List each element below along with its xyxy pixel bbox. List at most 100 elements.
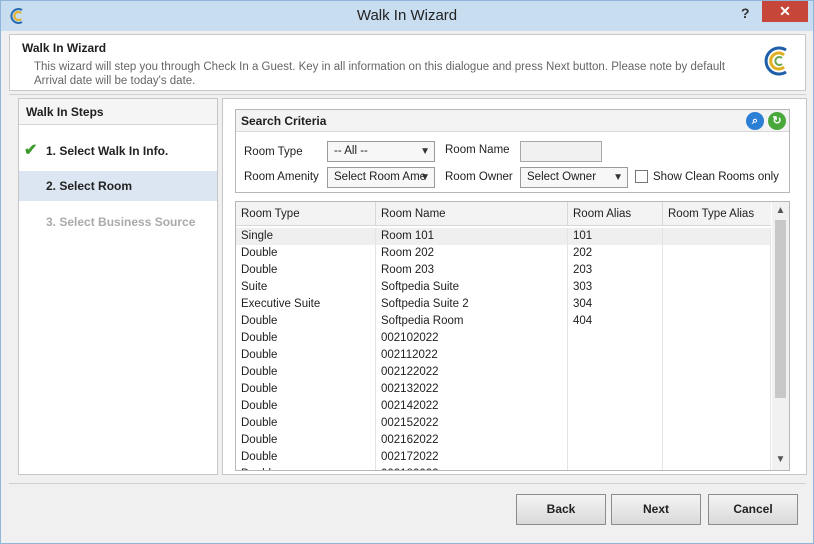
table-cell xyxy=(568,466,663,470)
table-cell: 002122022 xyxy=(376,364,568,381)
room-name-input[interactable] xyxy=(520,141,602,162)
steps-title: Walk In Steps xyxy=(19,99,217,125)
scroll-thumb[interactable] xyxy=(775,220,786,398)
steps-panel: Walk In Steps ✔ 1. Select Walk In Info. … xyxy=(18,98,218,475)
table-cell: Softpedia Room xyxy=(376,313,568,330)
column-header-room-alias[interactable]: Room Alias xyxy=(568,202,663,226)
table-cell xyxy=(568,449,663,466)
header-title: Walk In Wizard xyxy=(22,41,107,55)
room-amenity-dropdown[interactable]: Select Room Ame ▼ xyxy=(327,167,435,188)
table-cell xyxy=(663,330,771,347)
header-description: This wizard will step you through Check … xyxy=(34,61,726,87)
table-cell: Executive Suite xyxy=(236,296,376,313)
table-cell xyxy=(663,364,771,381)
table-row[interactable]: Double Softpedia Room 404 xyxy=(236,313,771,330)
room-type-value: -- All -- xyxy=(334,145,368,157)
room-type-label: Room Type xyxy=(244,146,303,158)
table-cell: 202 xyxy=(568,245,663,262)
scroll-down-icon[interactable]: ▼ xyxy=(772,454,789,465)
rooms-grid: Room Type Room Name Room Alias Room Type… xyxy=(235,201,790,471)
vertical-scrollbar[interactable]: ▲ ▼ xyxy=(772,202,789,470)
table-cell xyxy=(663,432,771,449)
table-row[interactable]: Double 002102022 xyxy=(236,330,771,347)
table-cell xyxy=(568,432,663,449)
column-header-room-type[interactable]: Room Type xyxy=(236,202,376,226)
table-cell: 002152022 xyxy=(376,415,568,432)
table-cell xyxy=(663,415,771,432)
grid-header: Room Type Room Name Room Alias Room Type… xyxy=(236,202,771,226)
table-cell: Room 101 xyxy=(376,228,568,245)
room-type-dropdown[interactable]: -- All -- ▼ xyxy=(327,141,435,162)
step-label: 1. Select Walk In Info. xyxy=(46,144,169,158)
column-header-room-type-alias[interactable]: Room Type Alias xyxy=(663,202,771,226)
room-selection-panel: Search Criteria ⌕ ↻ Room Type -- All -- … xyxy=(222,98,807,475)
back-button[interactable]: Back xyxy=(516,494,606,525)
header-divider xyxy=(9,94,806,95)
table-row[interactable]: Double 002122022 xyxy=(236,364,771,381)
table-cell: Softpedia Suite 2 xyxy=(376,296,568,313)
brand-logo-icon xyxy=(764,46,787,76)
search-criteria-title: Search Criteria xyxy=(236,110,789,132)
table-cell xyxy=(663,381,771,398)
table-cell: Double xyxy=(236,432,376,449)
table-cell xyxy=(663,245,771,262)
table-row[interactable]: Double Room 203 203 xyxy=(236,262,771,279)
refresh-icon[interactable]: ↻ xyxy=(768,112,786,130)
table-cell: 002132022 xyxy=(376,381,568,398)
chevron-down-icon: ▼ xyxy=(420,146,430,157)
room-owner-dropdown[interactable]: Select Owner ▼ xyxy=(520,167,628,188)
room-owner-value: Select Owner xyxy=(527,171,597,183)
table-row[interactable]: Double 002112022 xyxy=(236,347,771,364)
room-amenity-value: Select Room Ame xyxy=(334,171,427,183)
column-header-room-name[interactable]: Room Name xyxy=(376,202,568,226)
table-cell: Suite xyxy=(236,279,376,296)
step-select-room[interactable]: 2. Select Room xyxy=(19,171,217,201)
table-cell xyxy=(663,296,771,313)
table-cell xyxy=(568,347,663,364)
table-row[interactable]: Double 002172022 xyxy=(236,449,771,466)
table-row[interactable]: Double Room 202 202 xyxy=(236,245,771,262)
step-select-walk-in-info[interactable]: ✔ 1. Select Walk In Info. xyxy=(19,136,217,166)
next-button[interactable]: Next xyxy=(611,494,701,525)
search-icon[interactable]: ⌕ xyxy=(746,112,764,130)
show-clean-rooms-checkbox[interactable] xyxy=(635,170,648,183)
table-cell: Double xyxy=(236,415,376,432)
table-cell: Double xyxy=(236,313,376,330)
search-criteria-box: Search Criteria ⌕ ↻ Room Type -- All -- … xyxy=(235,109,790,193)
title-bar: Walk In Wizard ? ✕ xyxy=(1,1,813,31)
table-row[interactable]: Double 002162022 xyxy=(236,432,771,449)
table-cell xyxy=(663,347,771,364)
table-cell: 303 xyxy=(568,279,663,296)
window-title: Walk In Wizard xyxy=(356,7,458,24)
table-row[interactable]: Double 002132022 xyxy=(236,381,771,398)
table-cell: Double xyxy=(236,364,376,381)
close-button[interactable]: ✕ xyxy=(762,1,808,22)
table-row[interactable]: Single Room 101 101 xyxy=(236,228,771,245)
table-cell xyxy=(568,398,663,415)
cancel-button[interactable]: Cancel xyxy=(708,494,798,525)
scroll-up-icon[interactable]: ▲ xyxy=(772,205,789,216)
table-cell: 304 xyxy=(568,296,663,313)
table-cell: 002102022 xyxy=(376,330,568,347)
checkmark-icon: ✔ xyxy=(24,142,38,159)
table-cell xyxy=(663,262,771,279)
table-row[interactable]: Executive Suite Softpedia Suite 2 304 xyxy=(236,296,771,313)
wizard-header: Walk In Wizard This wizard will step you… xyxy=(9,34,806,91)
table-cell: Double xyxy=(236,381,376,398)
chevron-down-icon: ▼ xyxy=(613,172,623,183)
table-cell xyxy=(663,313,771,330)
table-cell: Room 202 xyxy=(376,245,568,262)
table-cell xyxy=(568,415,663,432)
help-button[interactable]: ? xyxy=(741,5,750,21)
table-cell xyxy=(663,398,771,415)
table-cell: Double xyxy=(236,245,376,262)
table-row[interactable]: Double 002152022 xyxy=(236,415,771,432)
table-row[interactable]: Suite Softpedia Suite 303 xyxy=(236,279,771,296)
table-row[interactable]: Double002182022 xyxy=(236,466,771,470)
table-cell: 002142022 xyxy=(376,398,568,415)
table-cell: Single xyxy=(236,228,376,245)
show-clean-rooms-label: Show Clean Rooms only xyxy=(653,171,779,183)
table-cell xyxy=(663,228,771,245)
footer-divider xyxy=(9,483,806,484)
table-row[interactable]: Double 002142022 xyxy=(236,398,771,415)
